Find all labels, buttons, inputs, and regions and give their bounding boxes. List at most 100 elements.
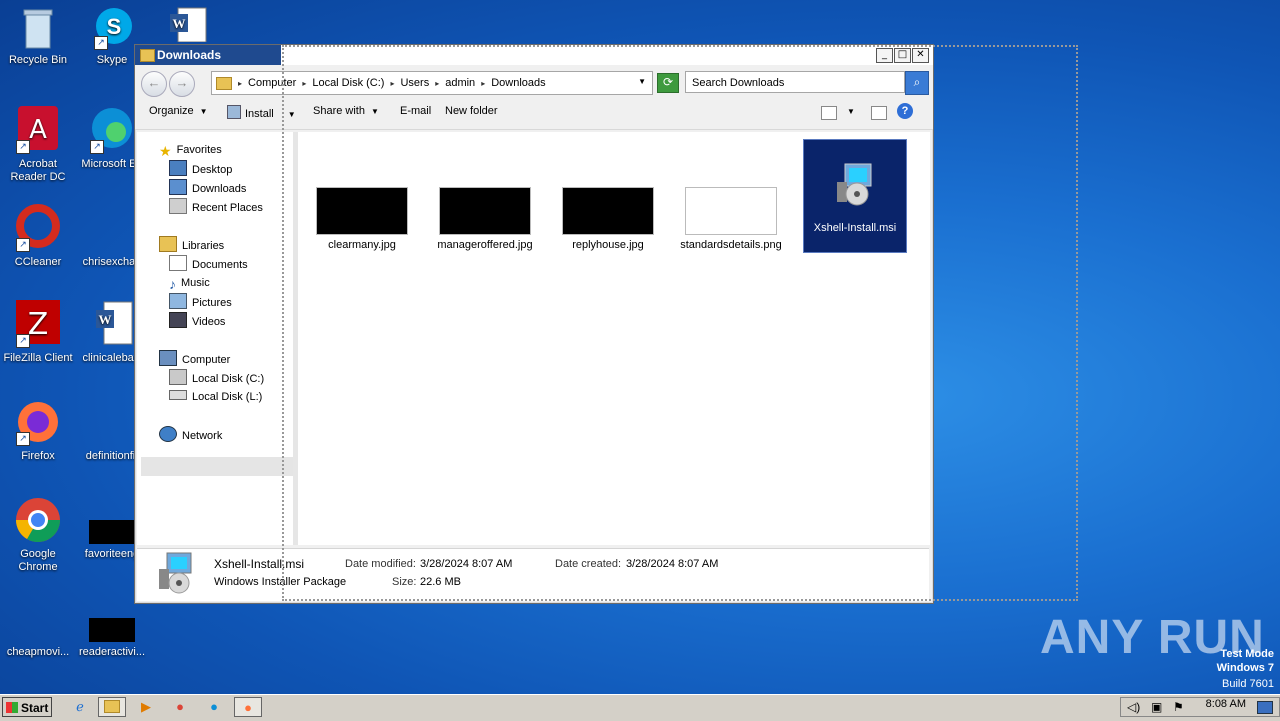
edge-icon: ↗ bbox=[88, 106, 136, 154]
desktop-icon-recycle-bin[interactable]: Recycle Bin bbox=[0, 6, 76, 67]
address-bar[interactable]: ▸ Computer ▸ Local Disk (C:) ▸ Users ▸ a… bbox=[211, 71, 653, 95]
breadcrumb-computer[interactable]: Computer bbox=[248, 77, 296, 89]
maximize-button[interactable]: □ bbox=[894, 48, 911, 63]
start-button[interactable]: Start bbox=[2, 697, 52, 717]
file-item-selected[interactable]: Xshell-Install.msi bbox=[803, 139, 907, 253]
install-button[interactable]: Install ▼ bbox=[227, 105, 296, 120]
search-input[interactable]: Search Downloads bbox=[685, 71, 905, 93]
skype-icon: S ↗ bbox=[92, 6, 132, 50]
organize-button[interactable]: Organize ▼ bbox=[149, 105, 208, 117]
nav-recent-places[interactable]: Recent Places bbox=[169, 198, 263, 217]
desktop-icon-firefox[interactable]: ↗ Firefox bbox=[0, 398, 76, 463]
clock[interactable]: 8:08 AM bbox=[1206, 698, 1246, 710]
details-created-label: Date created: bbox=[555, 558, 622, 570]
file-item[interactable]: manageroffered.jpg bbox=[433, 187, 537, 252]
install-label: Install bbox=[245, 108, 274, 120]
breadcrumb-users[interactable]: Users bbox=[400, 77, 429, 89]
nav-pictures[interactable]: Pictures bbox=[169, 293, 232, 312]
nav-computer[interactable]: Computer bbox=[159, 350, 230, 369]
action-center-flag-icon[interactable]: ⚑ bbox=[1173, 700, 1184, 714]
nav-music[interactable]: ♪ Music bbox=[169, 274, 210, 293]
share-with-button[interactable]: Share with ▼ bbox=[313, 105, 379, 117]
taskbar-edge-button[interactable]: ● bbox=[200, 697, 228, 717]
details-pane: Xshell-Install.msi Windows Installer Pac… bbox=[137, 548, 929, 601]
word-document-icon: W bbox=[88, 300, 136, 348]
title-bar[interactable]: Downloads _ □ ✕ bbox=[135, 45, 933, 65]
nav-videos[interactable]: Videos bbox=[169, 312, 225, 331]
network-icon bbox=[159, 426, 177, 442]
nav-downloads[interactable]: Downloads bbox=[169, 179, 246, 198]
documents-icon bbox=[169, 255, 187, 271]
file-name: Xshell-Install.msi bbox=[813, 222, 897, 234]
refresh-icon: ⟳ bbox=[662, 75, 674, 89]
desktop-icon-label: Google Chrome bbox=[18, 548, 58, 573]
help-button[interactable]: ? bbox=[897, 103, 913, 119]
search-icon: ⌕ bbox=[913, 75, 921, 89]
nav-desktop[interactable]: Desktop bbox=[169, 160, 232, 179]
taskbar-media-button[interactable]: ▶ bbox=[132, 697, 160, 717]
nav-label: Recent Places bbox=[192, 202, 263, 214]
view-options-icon[interactable] bbox=[821, 106, 837, 120]
firefox-icon: ↗ bbox=[14, 398, 62, 446]
close-button[interactable]: ✕ bbox=[912, 48, 929, 63]
nav-label: Computer bbox=[182, 354, 231, 366]
command-bar: Organize ▼ Install ▼ Share with ▼ E-mail Ne… bbox=[135, 97, 933, 130]
nav-local-disk-l[interactable]: Local Disk (L:) bbox=[169, 388, 262, 407]
file-item[interactable]: replyhouse.jpg bbox=[556, 187, 660, 252]
nav-label: Local Disk (C:) bbox=[192, 373, 265, 385]
desktop-icon-filezilla[interactable]: Z ↗ FileZilla Client bbox=[0, 300, 76, 365]
desktop-icon-acrobat[interactable]: A ↗ Acrobat Reader DC bbox=[0, 106, 76, 184]
taskbar-firefox-button[interactable]: ● bbox=[234, 697, 262, 717]
blank-file-icon bbox=[88, 204, 136, 252]
nav-local-disk-c[interactable]: Local Disk (C:) bbox=[169, 369, 264, 388]
show-desktop-icon[interactable] bbox=[1257, 701, 1273, 714]
email-button[interactable]: E-mail bbox=[400, 105, 431, 117]
nav-network[interactable]: Network bbox=[159, 426, 222, 445]
taskbar-chrome-button[interactable]: ● bbox=[166, 697, 194, 717]
taskbar: Start ℯ ▶ ● ● ● ◁) ▣ ⚑ 8:08 AM bbox=[0, 694, 1280, 721]
breadcrumb-downloads[interactable]: Downloads bbox=[491, 77, 545, 89]
svg-text:W: W bbox=[173, 16, 186, 31]
recycle-bin-icon bbox=[20, 6, 56, 50]
videos-icon bbox=[169, 312, 187, 328]
nav-label: Local Disk (L:) bbox=[192, 391, 263, 403]
desktop-icon-word-doc[interactable]: W bbox=[150, 6, 226, 46]
file-item[interactable]: clearmany.jpg bbox=[310, 187, 414, 252]
refresh-button[interactable]: ⟳ bbox=[657, 73, 679, 93]
minimize-button[interactable]: _ bbox=[876, 48, 893, 63]
chevron-down-icon[interactable]: ▼ bbox=[638, 77, 646, 86]
desktop-icon-chrome[interactable]: Google Chrome bbox=[0, 496, 76, 574]
new-folder-button[interactable]: New folder bbox=[445, 105, 498, 117]
nav-documents[interactable]: Documents bbox=[169, 255, 248, 274]
chevron-down-icon: ▼ bbox=[287, 110, 296, 119]
desktop-icon-cheapmovi[interactable]: cheapmovi... bbox=[0, 594, 76, 659]
computer-icon bbox=[159, 350, 177, 366]
libraries-icon bbox=[159, 236, 177, 252]
desktop-icon-label: FileZilla Client bbox=[3, 352, 73, 364]
nav-libraries[interactable]: Libraries bbox=[159, 236, 224, 255]
desktop-icon-ccleaner[interactable]: ↗ CCleaner bbox=[0, 204, 76, 269]
nav-favorites[interactable]: ★ Favorites bbox=[159, 141, 222, 160]
file-list[interactable]: clearmany.jpg manageroffered.jpg replyho… bbox=[298, 132, 930, 545]
breadcrumb-admin[interactable]: admin bbox=[445, 77, 475, 89]
windows-logo-icon bbox=[6, 702, 18, 713]
forward-button[interactable]: → bbox=[169, 71, 195, 97]
preview-pane-icon[interactable] bbox=[871, 106, 887, 120]
back-button[interactable]: ← bbox=[141, 71, 167, 97]
file-item[interactable]: standardsdetails.png bbox=[679, 187, 783, 252]
taskbar-ie-button[interactable]: ℯ bbox=[66, 697, 94, 717]
blank-file-icon bbox=[14, 594, 62, 642]
nav-label: Favorites bbox=[176, 144, 222, 156]
chevron-right-icon: ▸ bbox=[390, 78, 395, 88]
desktop-icon-label: Firefox bbox=[21, 450, 55, 462]
chevron-down-icon: ▼ bbox=[370, 107, 379, 116]
network-tray-icon[interactable]: ▣ bbox=[1151, 700, 1162, 714]
chevron-down-icon[interactable]: ▼ bbox=[847, 107, 855, 116]
search-button[interactable]: ⌕ bbox=[905, 71, 929, 95]
drive-icon bbox=[169, 369, 187, 385]
star-icon: ★ bbox=[159, 143, 172, 159]
volume-icon[interactable]: ◁) bbox=[1127, 700, 1140, 714]
taskbar-explorer-button[interactable] bbox=[98, 697, 126, 717]
explorer-window[interactable]: Downloads _ □ ✕ ← → ▸ Computer ▸ Local D… bbox=[134, 44, 934, 604]
breadcrumb-local-disk[interactable]: Local Disk (C:) bbox=[312, 77, 384, 89]
